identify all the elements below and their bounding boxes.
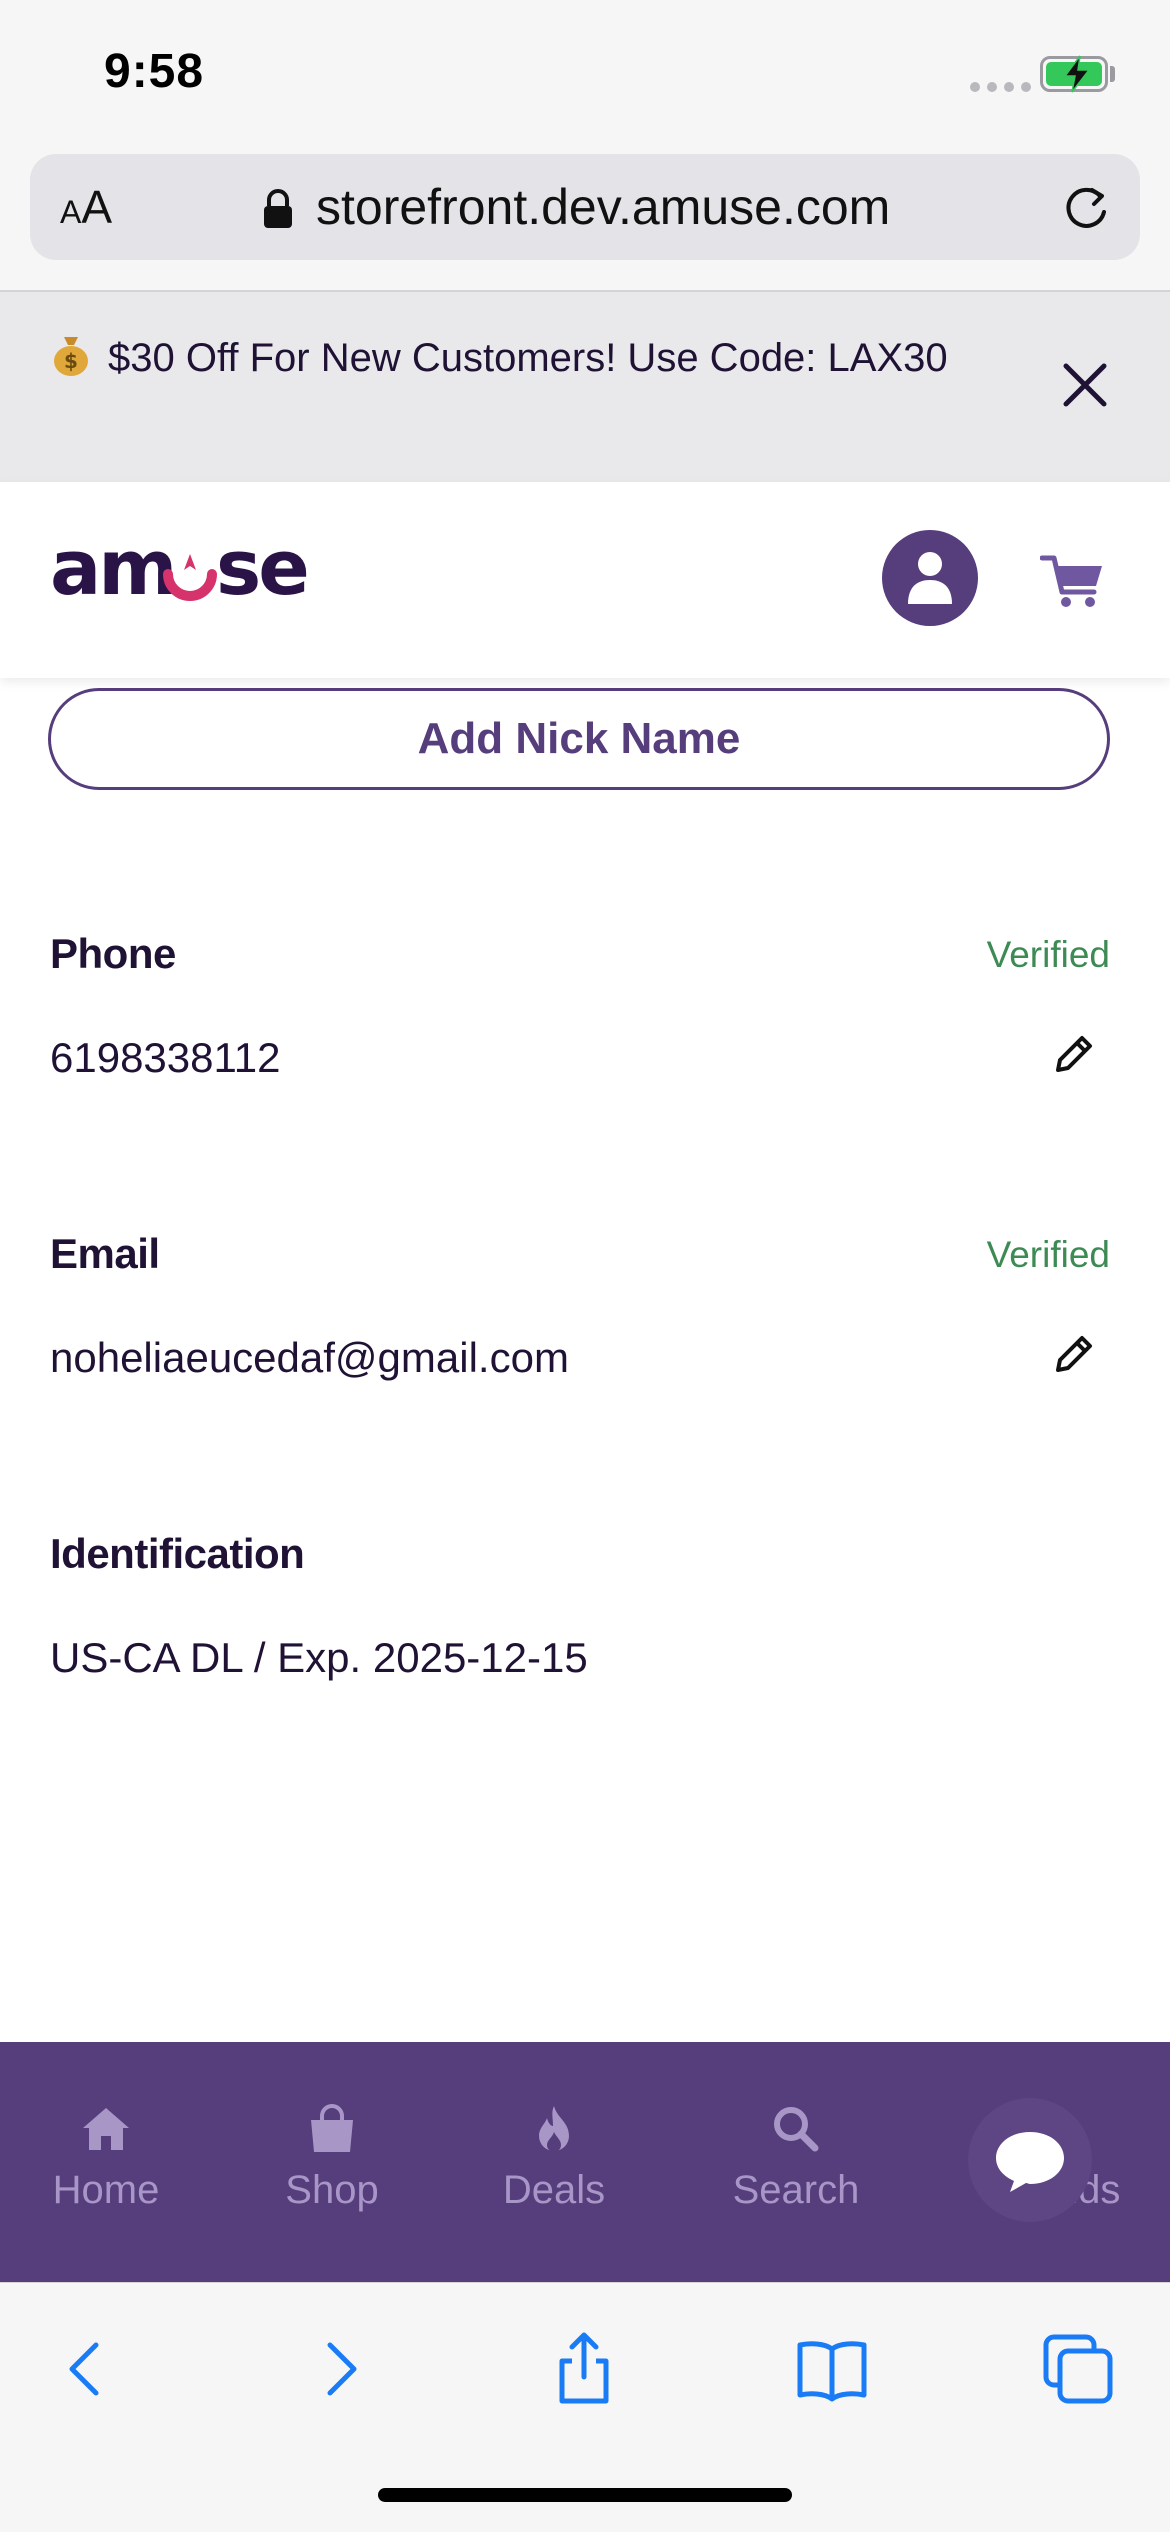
site-header: am se (0, 482, 1170, 678)
svg-text:se: se (216, 532, 307, 612)
email-label: Email (50, 1230, 160, 1277)
back-icon[interactable] (50, 2331, 126, 2407)
bookmarks-icon[interactable] (794, 2331, 870, 2407)
nav-deals[interactable]: Deals (494, 2102, 614, 2213)
edit-email-pencil-icon[interactable] (1050, 1332, 1096, 1378)
email-value: noheliaeucedaf@gmail.com (50, 1334, 569, 1381)
search-icon (774, 2107, 819, 2152)
add-nickname-button[interactable]: Add Nick Name (48, 688, 1110, 790)
chat-button[interactable] (968, 2098, 1092, 2222)
user-icon (908, 552, 952, 604)
share-icon[interactable] (546, 2331, 622, 2407)
chat-bubble-icon (996, 2132, 1064, 2192)
status-time: 9:58 (104, 45, 205, 98)
flame-icon (539, 2106, 569, 2152)
phone-value: 6198338112 (50, 1034, 281, 1081)
brand-logo[interactable]: am se (50, 532, 350, 612)
promo-message: $30 Off For New Customers! Use Code: LAX… (108, 336, 948, 380)
promo-banner: $ $30 Off For New Customers! Use Code: L… (0, 292, 1170, 482)
forward-icon[interactable] (300, 2331, 376, 2407)
bottom-nav: Home Shop Deals Search Brands (0, 2042, 1170, 2282)
nav-home[interactable]: Home (46, 2102, 166, 2213)
identification-value: US-CA DL / Exp. 2025-12-15 (50, 1634, 588, 1681)
tabs-icon[interactable] (1040, 2331, 1116, 2407)
text-size-button[interactable]: AA (60, 180, 112, 234)
close-icon[interactable] (1056, 356, 1114, 414)
phone-label: Phone (50, 930, 176, 977)
home-icon (83, 2108, 129, 2150)
home-indicator (378, 2488, 792, 2502)
url-text[interactable]: storefront.dev.amuse.com (316, 178, 890, 236)
nav-search[interactable]: Search (726, 2102, 866, 2213)
phone-verified-badge: Verified (986, 934, 1110, 975)
identification-label: Identification (50, 1530, 305, 1577)
account-button[interactable] (882, 530, 978, 626)
browser-address-area: AA storefront.dev.amuse.com (0, 150, 1170, 292)
signal-icon (970, 82, 1031, 92)
status-bar: 9:58 (0, 0, 1170, 150)
cart-icon[interactable] (1040, 554, 1104, 610)
svg-text:$: $ (64, 349, 78, 373)
reload-icon[interactable] (1060, 182, 1112, 234)
screen: 9:58 AA storefront.dev.amuse.com $ $30 O… (0, 0, 1170, 2532)
shopping-bag-icon (311, 2104, 353, 2152)
svg-text:am: am (50, 532, 174, 612)
email-verified-badge: Verified (986, 1234, 1110, 1275)
money-bag-icon: $ (54, 337, 88, 376)
edit-phone-pencil-icon[interactable] (1050, 1032, 1096, 1078)
nav-shop[interactable]: Shop (272, 2102, 392, 2213)
address-bar[interactable]: AA storefront.dev.amuse.com (30, 154, 1140, 260)
charging-bolt-icon (1063, 55, 1091, 93)
lock-icon (264, 189, 292, 228)
